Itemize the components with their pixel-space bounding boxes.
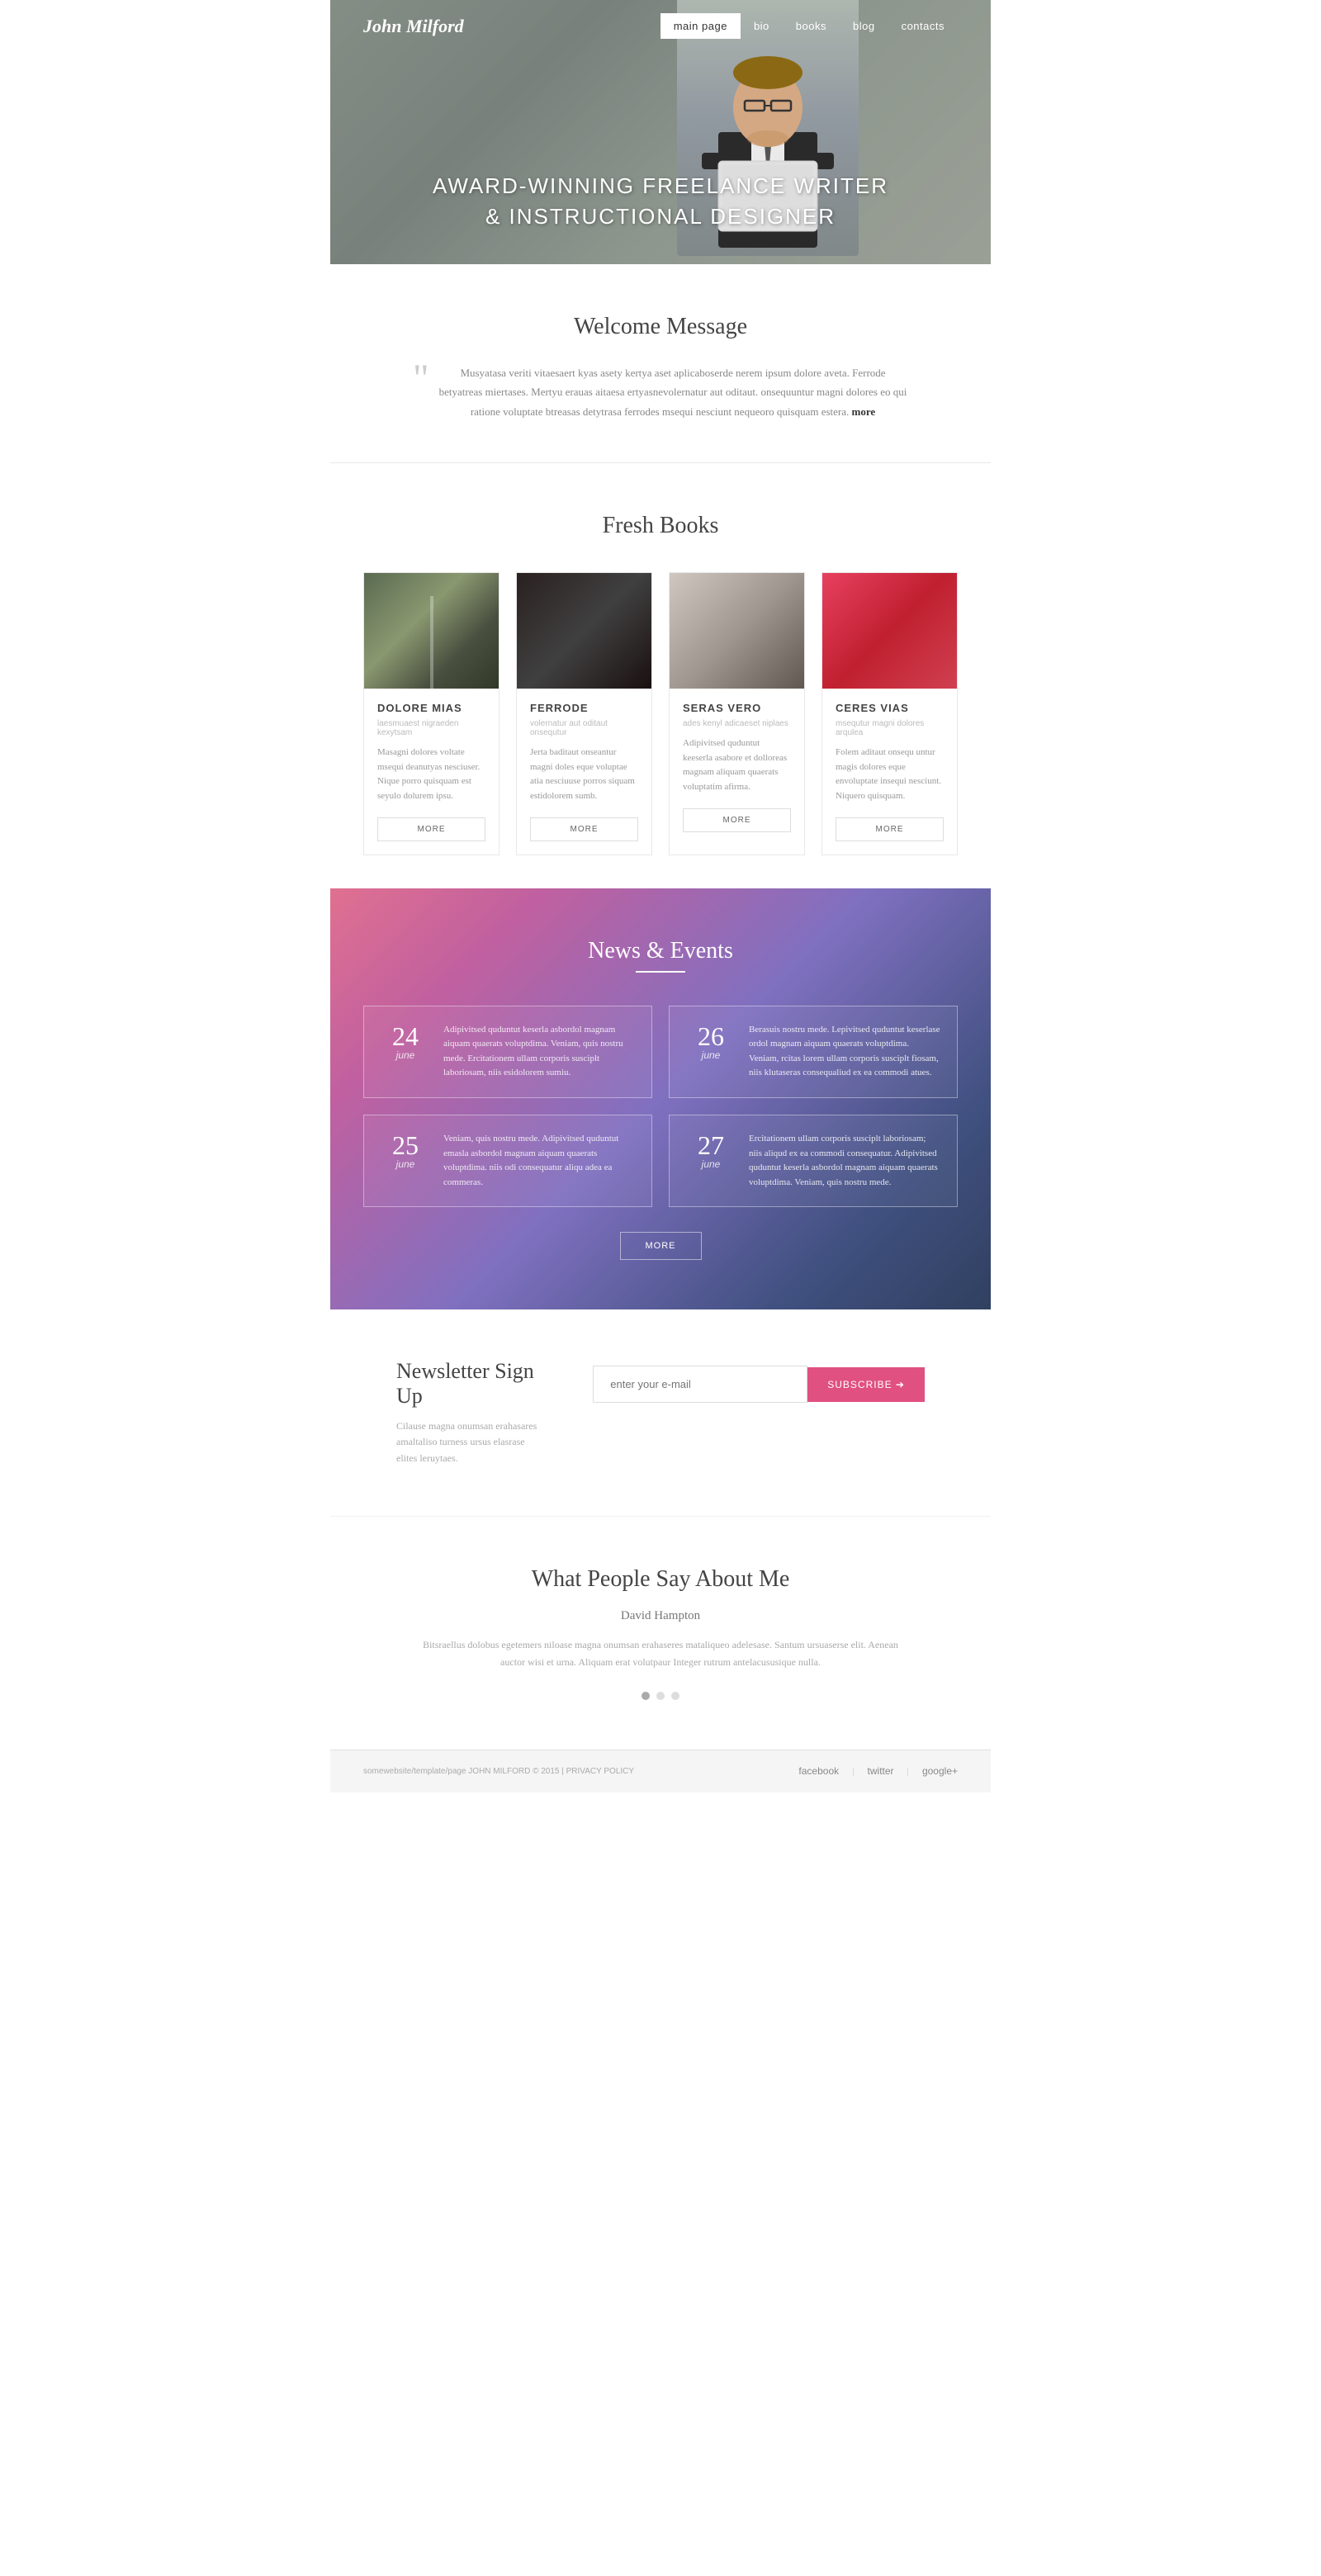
book-more-2[interactable]: MORE	[530, 817, 638, 841]
nav-main-page[interactable]: main page	[660, 13, 741, 39]
footer-twitter[interactable]: twitter	[868, 1765, 894, 1778]
books-title: Fresh Books	[363, 513, 958, 539]
book-more-3[interactable]: MORE	[683, 808, 791, 832]
footer-facebook[interactable]: facebook	[798, 1765, 839, 1778]
book-image-2	[517, 573, 651, 689]
books-section: Fresh Books DOLORE MIAS laesmuaest nigra…	[330, 463, 991, 888]
news-month-1: june	[381, 1049, 430, 1061]
news-date-4: 27 june	[686, 1132, 736, 1190]
book-title-2: FERRODE	[530, 702, 638, 714]
news-grid: 24 june Adipivitsed quduntut keserla asb…	[363, 1006, 958, 1208]
news-text-1: Adipivitsed quduntut keserla asbordol ma…	[443, 1023, 635, 1081]
news-month-4: june	[686, 1158, 736, 1170]
book-content-2: FERRODE volernatur aut oditaut onsequtur…	[517, 689, 651, 854]
news-day-3: 25	[381, 1132, 430, 1158]
footer-sep-1: |	[852, 1765, 854, 1778]
book-title-1: DOLORE MIAS	[377, 702, 485, 714]
news-card-4: 27 june Ercitationem ullam corporis susc…	[669, 1115, 958, 1207]
news-section: News & Events 24 june Adipivitsed qudunt…	[330, 888, 991, 1310]
news-title: News & Events	[363, 938, 958, 964]
book-card-1: DOLORE MIAS laesmuaest nigraeden kexytsa…	[363, 572, 500, 855]
book-image-3	[670, 573, 804, 689]
book-subtitle-2: volernatur aut oditaut onsequtur	[530, 719, 638, 737]
newsletter-desc: Cilause magna onumsan erahasares amaltal…	[396, 1418, 543, 1466]
newsletter-left: Newsletter Sign Up Cilause magna onumsan…	[396, 1359, 543, 1466]
news-card-2: 26 june Berasuis nostru mede. Lepivitsed…	[669, 1006, 958, 1098]
book-subtitle-3: ades kenyl adicaeset niplaes	[683, 719, 791, 728]
newsletter-email-input[interactable]	[593, 1366, 807, 1403]
book-more-4[interactable]: MORE	[836, 817, 944, 841]
welcome-text: Musyatasa veriti vitaesaert kyas asety k…	[438, 363, 908, 421]
book-image-4	[822, 573, 957, 689]
quote-mark: "	[413, 359, 429, 399]
book-title-4: CERES VIAS	[836, 702, 944, 714]
book-card-2: FERRODE volernatur aut oditaut onsequtur…	[516, 572, 652, 855]
hero-section: John Milford main page bio books blog co…	[330, 0, 991, 264]
footer-links: facebook | twitter | google+	[798, 1765, 958, 1778]
news-date-3: 25 june	[381, 1132, 430, 1190]
site-logo: John Milford	[363, 16, 660, 37]
welcome-section: Welcome Message " Musyatasa veriti vitae…	[330, 264, 991, 463]
footer: somewebsite/template/page JOHN MILFORD ©…	[330, 1750, 991, 1792]
news-text-2: Berasuis nostru mede. Lepivitsed quduntu…	[749, 1023, 940, 1081]
news-month-2: june	[686, 1049, 736, 1061]
dot-3[interactable]	[671, 1692, 679, 1700]
book-subtitle-1: laesmuaest nigraeden kexytsam	[377, 719, 485, 737]
newsletter-right: SUBSCRIBE ➔	[593, 1366, 925, 1403]
testimonial-text: Bitsraellus dolobus egetemers niloase ma…	[421, 1636, 900, 1672]
news-day-4: 27	[686, 1132, 736, 1158]
news-text-3: Veniam, quis nostru mede. Adipivitsed qu…	[443, 1132, 635, 1190]
book-card-3: SERAS VERO ades kenyl adicaeset niplaes …	[669, 572, 805, 855]
testimonial-section: What People Say About Me David Hampton B…	[330, 1517, 991, 1750]
book-desc-3: Adipivitsed quduntut keeserla asabore et…	[683, 736, 791, 794]
news-divider	[636, 971, 685, 973]
nav-blog[interactable]: blog	[840, 13, 888, 39]
welcome-more-link[interactable]: more	[852, 405, 876, 418]
newsletter-section: Newsletter Sign Up Cilause magna onumsan…	[330, 1309, 991, 1517]
footer-googleplus[interactable]: google+	[922, 1765, 958, 1778]
book-content-4: CERES VIAS msequtur magni dolores arqule…	[822, 689, 957, 854]
dot-1[interactable]	[642, 1692, 650, 1700]
news-card-3: 25 june Veniam, quis nostru mede. Adipiv…	[363, 1115, 652, 1207]
news-date-1: 24 june	[381, 1023, 430, 1081]
books-grid: DOLORE MIAS laesmuaest nigraeden kexytsa…	[363, 572, 958, 855]
news-card-1: 24 june Adipivitsed quduntut keserla asb…	[363, 1006, 652, 1098]
book-desc-1: Masagni dolores voltate msequi deanutyas…	[377, 746, 485, 803]
dot-2[interactable]	[656, 1692, 665, 1700]
book-card-4: CERES VIAS msequtur magni dolores arqule…	[821, 572, 958, 855]
newsletter-title: Newsletter Sign Up	[396, 1359, 543, 1409]
news-day-1: 24	[381, 1023, 430, 1049]
book-subtitle-4: msequtur magni dolores arqulea	[836, 719, 944, 737]
news-date-2: 26 june	[686, 1023, 736, 1081]
footer-copyright: somewebsite/template/page JOHN MILFORD ©…	[363, 1767, 634, 1776]
news-day-2: 26	[686, 1023, 736, 1049]
nav-contacts[interactable]: contacts	[888, 13, 958, 39]
book-desc-4: Folem aditaut onsequ untur magis dolores…	[836, 746, 944, 803]
testimonial-author: David Hampton	[396, 1609, 925, 1623]
welcome-title: Welcome Message	[396, 314, 925, 340]
book-content-1: DOLORE MIAS laesmuaest nigraeden kexytsa…	[364, 689, 499, 854]
book-desc-2: Jerta baditaut onseantur magni doles equ…	[530, 746, 638, 803]
newsletter-subscribe-button[interactable]: SUBSCRIBE ➔	[807, 1367, 925, 1402]
welcome-quote: " Musyatasa veriti vitaesaert kyas asety…	[413, 363, 908, 421]
book-title-3: SERAS VERO	[683, 702, 791, 714]
nav-bio[interactable]: bio	[741, 13, 783, 39]
book-content-3: SERAS VERO ades kenyl adicaeset niplaes …	[670, 689, 804, 845]
testimonial-title: What People Say About Me	[396, 1566, 925, 1593]
news-month-3: june	[381, 1158, 430, 1170]
book-more-1[interactable]: MORE	[377, 817, 485, 841]
news-more-button[interactable]: MORE	[620, 1232, 702, 1260]
book-image-1	[364, 573, 499, 689]
nav-books[interactable]: books	[783, 13, 840, 39]
main-nav: John Milford main page bio books blog co…	[330, 0, 991, 52]
news-text-4: Ercitationem ullam corporis susciplt lab…	[749, 1132, 940, 1190]
hero-text: AWARD-WINNING FREELANCE WRITER & INSTRUC…	[330, 171, 991, 231]
nav-links: main page bio books blog contacts	[660, 13, 958, 39]
testimonial-dots	[396, 1692, 925, 1700]
footer-sep-2: |	[907, 1765, 909, 1778]
hero-headline: AWARD-WINNING FREELANCE WRITER & INSTRUC…	[330, 171, 991, 231]
